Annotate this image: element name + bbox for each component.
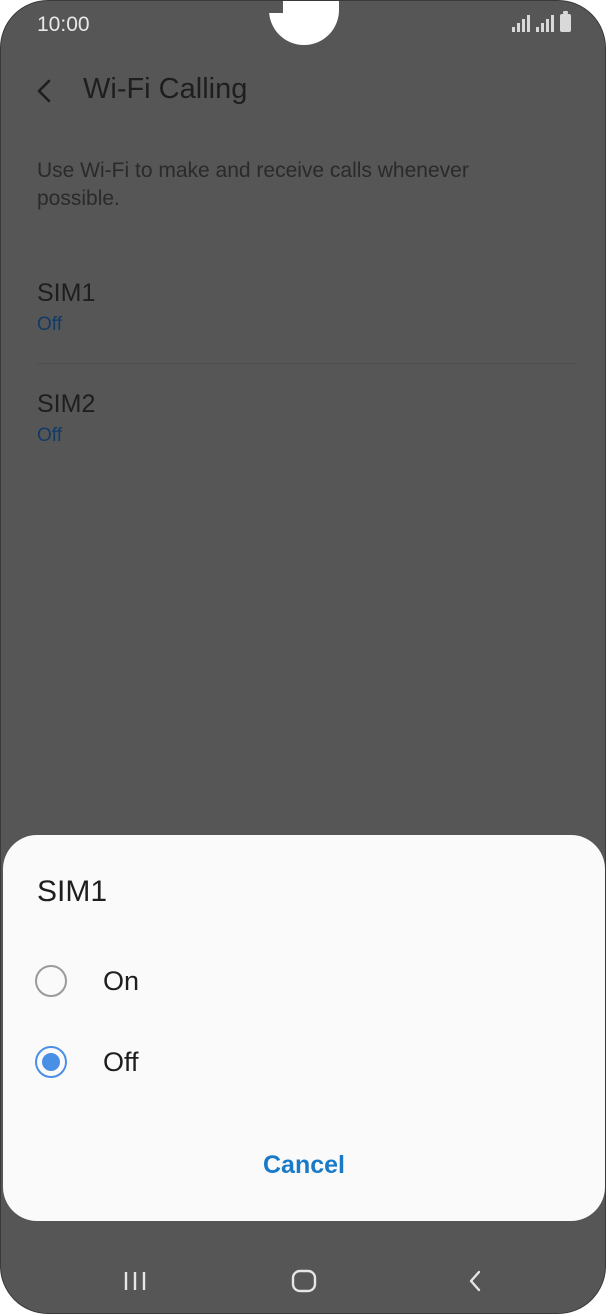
signal-sim2-icon <box>536 14 554 32</box>
sim1-dialog: SIM1 On Off Cancel <box>3 835 605 1221</box>
home-icon <box>291 1269 317 1293</box>
radio-on[interactable] <box>35 965 67 997</box>
nav-back-button[interactable] <box>445 1265 505 1297</box>
app-bar: Wi-Fi Calling <box>1 61 605 121</box>
home-button[interactable] <box>274 1265 334 1297</box>
list-item-value: Off <box>37 314 62 335</box>
option-label: On <box>103 965 140 996</box>
wifi-calling-description: Use Wi-Fi to make and receive calls when… <box>37 159 469 210</box>
back-button[interactable] <box>27 73 63 109</box>
list-item-title: SIM1 <box>37 279 96 307</box>
divider <box>37 363 577 364</box>
dialog-title: SIM1 <box>37 875 108 908</box>
signal-sim1-icon <box>512 14 530 32</box>
list-item-sim1[interactable]: SIM1 Off <box>37 279 577 336</box>
list-item-title: SIM2 <box>37 390 96 418</box>
battery-icon <box>560 11 571 32</box>
status-time: 10:00 <box>37 13 90 36</box>
list-item-value: Off <box>37 425 62 446</box>
page-title: Wi-Fi Calling <box>83 73 248 105</box>
status-icons <box>512 11 571 32</box>
phone-screen: 10:00 Wi-Fi Calling Use Wi-Fi to make an… <box>0 0 606 1314</box>
option-off[interactable]: Off <box>35 1032 575 1092</box>
recents-icon <box>124 1272 146 1290</box>
radio-selected-dot <box>42 1053 60 1071</box>
option-on[interactable]: On <box>35 951 575 1011</box>
nav-back-icon <box>469 1270 481 1292</box>
cancel-button[interactable]: Cancel <box>204 1141 404 1189</box>
camera-notch <box>269 1 339 45</box>
navigation-bar <box>1 1241 605 1313</box>
chevron-left-icon <box>37 79 51 103</box>
option-label: Off <box>103 1046 139 1077</box>
radio-off[interactable] <box>35 1046 67 1078</box>
list-item-sim2[interactable]: SIM2 Off <box>37 390 577 447</box>
recents-button[interactable] <box>105 1265 165 1297</box>
